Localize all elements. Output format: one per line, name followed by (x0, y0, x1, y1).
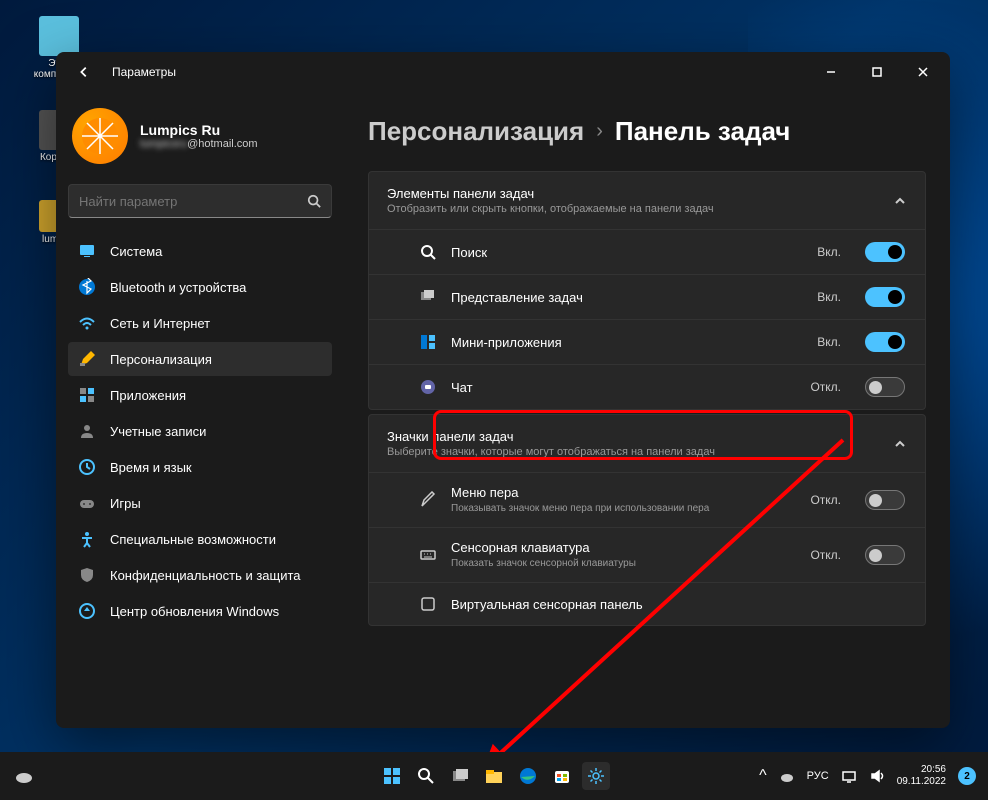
time-icon (78, 458, 96, 476)
toggle-taskview[interactable] (865, 287, 905, 307)
profile[interactable]: Lumpics Ru lumpicsru@hotmail.com (68, 100, 332, 180)
brush-icon (78, 350, 96, 368)
nav-item-shield[interactable]: Конфиденциальность и защита (68, 558, 332, 592)
bluetooth-icon (78, 278, 96, 296)
chevron-up-icon (893, 194, 907, 208)
chevron-up-icon (893, 437, 907, 451)
toggle-keyboard[interactable] (865, 545, 905, 565)
pen-icon (419, 491, 437, 509)
window-title: Параметры (112, 65, 176, 79)
task-view-button[interactable] (446, 762, 474, 790)
toggle-widgets[interactable] (865, 332, 905, 352)
file-explorer-button[interactable] (480, 762, 508, 790)
taskview-icon (419, 288, 437, 306)
edge-button[interactable] (514, 762, 542, 790)
apps-icon (78, 386, 96, 404)
nav-item-wifi[interactable]: Сеть и Интернет (68, 306, 332, 340)
nav-item-system[interactable]: Система (68, 234, 332, 268)
close-button[interactable] (900, 52, 946, 92)
nav-item-update[interactable]: Центр обновления Windows (68, 594, 332, 628)
profile-email: lumpicsru@hotmail.com (140, 138, 258, 150)
keyboard-icon (419, 546, 437, 564)
toggle-chat[interactable] (865, 377, 905, 397)
search-icon (307, 194, 321, 208)
settings-window: Параметры Lumpics Ru lumpicsru@hotmail.c… (56, 52, 950, 728)
widgets-icon (419, 333, 437, 351)
taskbar-search-button[interactable] (412, 762, 440, 790)
settings-taskbar-button[interactable] (582, 762, 610, 790)
toggle-search[interactable] (865, 242, 905, 262)
avatar (72, 108, 128, 164)
touchpad-icon (419, 595, 437, 613)
system-icon (78, 242, 96, 260)
wifi-icon (78, 314, 96, 332)
search-box[interactable] (68, 184, 332, 218)
section-header[interactable]: Элементы панели задачОтобразить или скры… (369, 172, 925, 229)
chevron-right-icon: › (596, 120, 603, 143)
setting-row-touchpad: Виртуальная сенсорная панель (369, 582, 925, 625)
taskbar: ^ РУС 20:56 09.11.2022 2 (0, 752, 988, 800)
tray-chevron-icon[interactable]: ^ (759, 767, 767, 785)
search-input[interactable] (79, 194, 307, 209)
games-icon (78, 494, 96, 512)
start-button[interactable] (378, 762, 406, 790)
language-indicator[interactable]: РУС (807, 770, 829, 782)
nav-item-access[interactable]: Специальные возможности (68, 522, 332, 556)
clock[interactable]: 20:56 09.11.2022 (897, 764, 946, 788)
notification-badge[interactable]: 2 (958, 767, 976, 785)
account-icon (78, 422, 96, 440)
nav-item-time[interactable]: Время и язык (68, 450, 332, 484)
maximize-button[interactable] (854, 52, 900, 92)
setting-row-pen: Меню пераПоказывать значок меню пера при… (369, 472, 925, 527)
nav-item-bluetooth[interactable]: Bluetooth и устройства (68, 270, 332, 304)
nav-item-games[interactable]: Игры (68, 486, 332, 520)
update-icon (78, 602, 96, 620)
access-icon (78, 530, 96, 548)
profile-name: Lumpics Ru (140, 122, 258, 138)
store-button[interactable] (548, 762, 576, 790)
setting-row-taskview: Представление задач Вкл. (369, 274, 925, 319)
toggle-pen[interactable] (865, 490, 905, 510)
breadcrumb: Персонализация › Панель задач (368, 116, 926, 147)
nav-item-apps[interactable]: Приложения (68, 378, 332, 412)
volume-tray-icon[interactable] (869, 768, 885, 784)
minimize-button[interactable] (808, 52, 854, 92)
nav-item-account[interactable]: Учетные записи (68, 414, 332, 448)
setting-row-search: Поиск Вкл. (369, 229, 925, 274)
nav-item-brush[interactable]: Персонализация (68, 342, 332, 376)
breadcrumb-parent[interactable]: Персонализация (368, 116, 584, 147)
chat-icon (419, 378, 437, 396)
setting-row-keyboard: Сенсорная клавиатураПоказать значок сенс… (369, 527, 925, 582)
network-tray-icon[interactable] (841, 768, 857, 784)
back-button[interactable] (68, 56, 100, 88)
weather-icon[interactable] (12, 764, 36, 788)
shield-icon (78, 566, 96, 584)
desktop-icon-pc[interactable] (39, 16, 79, 56)
section-header[interactable]: Значки панели задачВыберите значки, кото… (369, 415, 925, 472)
settings-section: Элементы панели задачОтобразить или скры… (368, 171, 926, 410)
setting-row-widgets: Мини-приложения Вкл. (369, 319, 925, 364)
search-icon (419, 243, 437, 261)
onedrive-tray-icon[interactable] (779, 768, 795, 784)
breadcrumb-current: Панель задач (615, 116, 791, 147)
settings-section: Значки панели задачВыберите значки, кото… (368, 414, 926, 626)
setting-row-chat: Чат Откл. (369, 364, 925, 409)
